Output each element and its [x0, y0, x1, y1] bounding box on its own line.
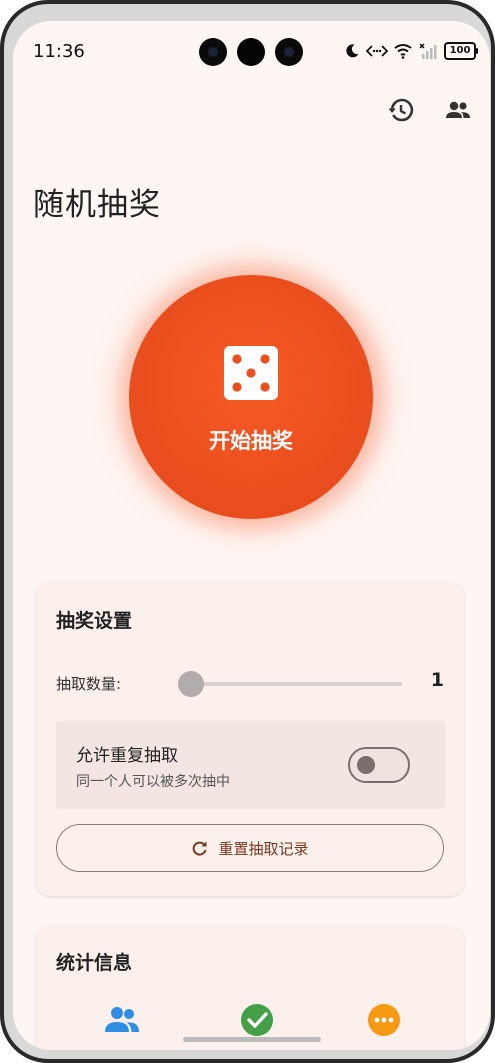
allow-repeat-subtitle: 同一个人可以被多次抽中: [76, 774, 230, 790]
people-icon: [105, 1007, 139, 1032]
battery-icon: 100: [444, 42, 478, 60]
draw-count-slider-track[interactable]: [190, 682, 402, 686]
moon-icon: [346, 44, 359, 58]
cellular-signal-icon: [419, 43, 437, 59]
more-circle-icon: [368, 1004, 400, 1036]
status-icons: 100: [344, 41, 478, 61]
allow-repeat-title: 允许重复抽取: [76, 746, 178, 766]
reset-records-button[interactable]: 重置抽取记录: [56, 824, 444, 872]
home-indicator[interactable]: [183, 1037, 321, 1042]
app-screen: 11:36 100 随机抽奖 开始抽奖 抽奖设置 抽取数量: 1 允许重复抽取 …: [13, 21, 490, 1050]
camera-sensor-icon: [237, 38, 265, 66]
toggle-knob: [357, 756, 375, 774]
stats-title: 统计信息: [56, 952, 133, 974]
refresh-icon: [193, 841, 207, 856]
start-draw-label: 开始抽奖: [209, 429, 293, 453]
camera-lens-icon: [199, 38, 227, 66]
camera-lens-icon: [275, 38, 303, 66]
camera-cutout: [199, 38, 309, 66]
wifi-icon: [394, 44, 412, 59]
draw-count-label: 抽取数量:: [56, 675, 122, 693]
draw-count-value: 1: [430, 669, 444, 691]
data-transfer-icon: [366, 45, 388, 57]
allow-repeat-toggle[interactable]: [348, 747, 410, 783]
status-bar: 11:36 100: [13, 21, 490, 81]
draw-count-slider-thumb[interactable]: [178, 671, 204, 697]
dice-icon: [224, 346, 278, 400]
device-frame: 11:36 100 随机抽奖 开始抽奖 抽奖设置 抽取数量: 1 允许重复抽取 …: [0, 0, 495, 1063]
settings-title: 抽奖设置: [56, 610, 133, 632]
settings-card: 抽奖设置 抽取数量: 1 允许重复抽取 同一个人可以被多次抽中 重置抽取记录: [36, 582, 464, 896]
status-time: 11:36: [33, 41, 85, 62]
page-title: 随机抽奖: [33, 187, 161, 223]
allow-repeat-row: 允许重复抽取 同一个人可以被多次抽中: [56, 721, 445, 809]
device-bezel: 11:36 100 随机抽奖 开始抽奖 抽奖设置 抽取数量: 1 允许重复抽取 …: [4, 4, 491, 1059]
people-icon[interactable]: [445, 97, 471, 123]
history-icon[interactable]: [388, 97, 414, 123]
stats-card: 统计信息: [36, 926, 464, 1050]
start-draw-button[interactable]: 开始抽奖: [129, 275, 373, 519]
reset-records-label: 重置抽取记录: [218, 839, 309, 858]
check-circle-icon: [241, 1004, 273, 1036]
